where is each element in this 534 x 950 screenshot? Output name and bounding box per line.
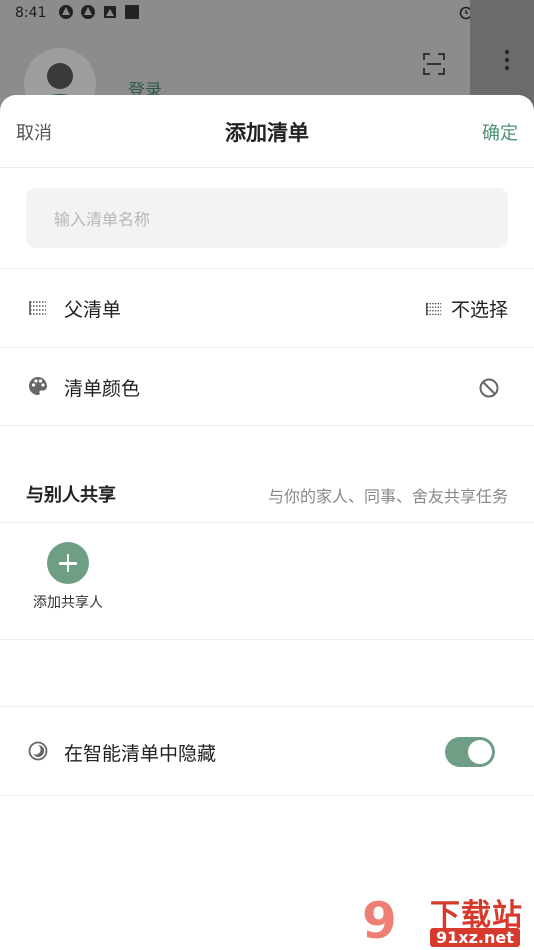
confirm-button[interactable]: 确定 — [482, 119, 518, 145]
list-name-input[interactable] — [52, 188, 496, 250]
list-color-row[interactable]: 清单颜色 — [0, 348, 534, 426]
add-sharer-label: 添加共享人 — [33, 595, 103, 611]
divider — [0, 795, 534, 796]
app-notification-icon — [59, 5, 73, 19]
smart-list-icon — [28, 741, 48, 761]
list-color-label: 清单颜色 — [64, 378, 141, 400]
divider — [0, 639, 534, 640]
list-name-field — [26, 188, 508, 250]
square-notification-icon — [125, 5, 139, 19]
sheet-title: 添加清单 — [225, 121, 309, 145]
parent-list-value: 不选择 — [450, 299, 508, 321]
sheet-header: 取消 添加清单 确定 — [0, 95, 534, 168]
hide-in-smart-list-label: 在智能清单中隐藏 — [64, 743, 217, 765]
status-bar: 8:41 — [0, 0, 534, 28]
parent-list-label: 父清单 — [64, 299, 122, 321]
divider — [0, 522, 534, 523]
background-more-area — [470, 0, 534, 110]
divider — [0, 425, 534, 426]
list-indent-icon — [426, 302, 442, 315]
parent-list-selector[interactable]: 不选择 — [425, 295, 508, 322]
scan-icon — [423, 53, 445, 75]
site-watermark: 9 下载站 91xz.net — [362, 892, 534, 950]
hide-in-smart-list-toggle[interactable] — [445, 737, 495, 767]
list-indent-icon — [29, 301, 46, 315]
add-sharer-button[interactable] — [47, 542, 89, 584]
share-section-title: 与别人共享 — [26, 485, 116, 506]
watermark-logo: 9 — [362, 892, 397, 950]
no-color-icon[interactable] — [478, 377, 500, 399]
watermark-url: 91xz.net — [430, 928, 520, 947]
app-notification-icon — [81, 5, 95, 19]
toggle-knob — [468, 740, 492, 764]
more-vert-icon — [505, 50, 509, 74]
status-time: 8:41 — [15, 5, 47, 21]
add-list-sheet: 取消 添加清单 确定 父清单 不选择 清单颜色 — [0, 95, 534, 950]
palette-icon — [29, 377, 47, 395]
share-section-description: 与你的家人、同事、舍友共享任务 — [267, 487, 508, 506]
parent-list-row[interactable]: 父清单 不选择 — [0, 269, 534, 347]
image-notification-icon — [104, 6, 116, 18]
